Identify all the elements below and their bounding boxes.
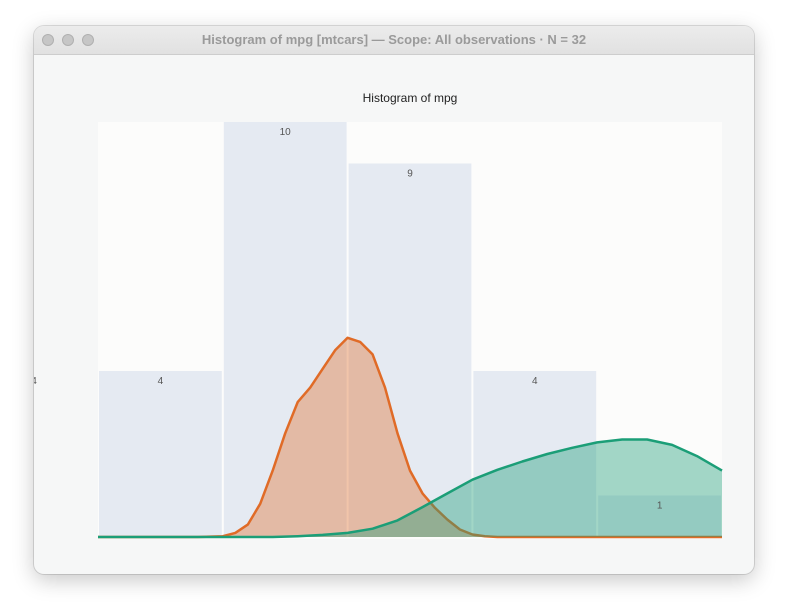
bar-value-label: 9 xyxy=(407,169,413,180)
chart-window: Histogram of mpg [mtcars] — Scope: All o… xyxy=(34,26,754,574)
chart-title: Histogram of mpg xyxy=(363,91,458,105)
histogram-bar xyxy=(99,371,222,537)
bar-value-label: 1 xyxy=(657,501,663,512)
histogram-chart: Histogram of mpg 4 10 9 4 1 4 xyxy=(34,91,723,539)
bar-value-label: 4 xyxy=(34,376,37,387)
bar-value-label: 4 xyxy=(158,376,164,387)
bar-value-label: 10 xyxy=(280,127,292,138)
window-title: Histogram of mpg [mtcars] — Scope: All o… xyxy=(201,32,587,47)
title-bar: Histogram of mpg [mtcars] — Scope: All o… xyxy=(34,26,754,55)
bar-value-label: 4 xyxy=(532,376,538,387)
